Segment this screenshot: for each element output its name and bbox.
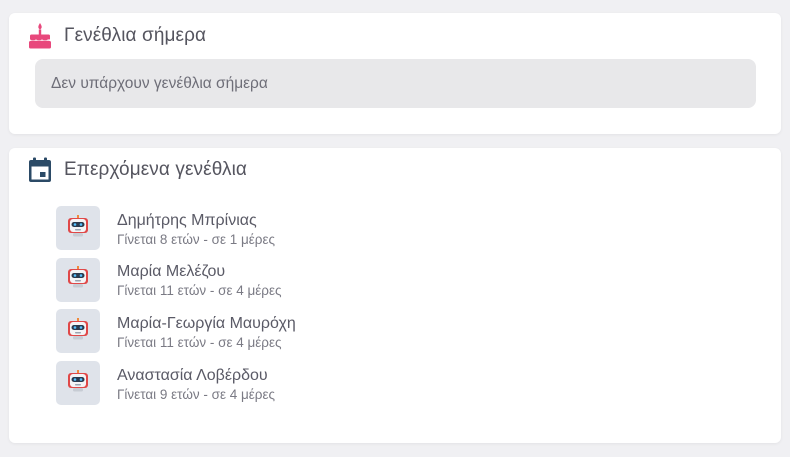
cake-icon <box>27 22 53 50</box>
upcoming-birthdays-header: Επερχόμενα γενέθλια <box>27 155 247 185</box>
avatar <box>56 361 100 406</box>
list-item: Δημήτρης Μπρίνιας Γίνεται 8 ετών - σε 1 … <box>56 206 296 250</box>
todays-birthdays-card: Γενέθλια σήμερα Δεν υπάρχουν γενέθλια σή… <box>9 13 781 134</box>
list-item: Αναστασία Λοβέρδου Γίνεται 9 ετών - σε 4… <box>56 361 296 406</box>
robot-icon <box>67 214 89 242</box>
person-name: Δημήτρης Μπρίνιας <box>117 211 257 229</box>
calendar-icon <box>27 156 53 184</box>
upcoming-birthdays-title: Επερχόμενα γενέθλια <box>64 159 248 180</box>
robot-icon <box>67 266 89 293</box>
person-name: Αναστασία Λοβέρδου <box>117 366 268 384</box>
upcoming-birthdays-list: Δημήτρης Μπρίνιας Γίνεται 8 ετών - σε 1 … <box>56 206 296 413</box>
birthday-detail: Γίνεται 11 ετών - σε 4 μέρες <box>117 334 282 350</box>
todays-birthdays-header: Γενέθλια σήμερα <box>27 21 206 51</box>
birthday-detail: Γίνεται 8 ετών - σε 1 μέρες <box>117 231 275 247</box>
list-item: Μαρία-Γεωργία Μαυρόχη Γίνεται 11 ετών - … <box>56 309 296 354</box>
upcoming-birthdays-card: Επερχόμενα γενέθλια Δημήτρης Μπρίνιας Γί… <box>9 148 781 443</box>
robot-icon <box>67 317 89 345</box>
no-birthdays-message: Δεν υπάρχουν γενέθλια σήμερα <box>35 59 756 108</box>
avatar <box>56 309 100 354</box>
robot-icon <box>67 369 89 397</box>
birthday-detail: Γίνεται 9 ετών - σε 4 μέρες <box>117 386 275 402</box>
person-name: Μαρία-Γεωργία Μαυρόχη <box>117 314 296 332</box>
person-name: Μαρία Μελέζου <box>117 263 226 281</box>
list-item: Μαρία Μελέζου Γίνεται 11 ετών - σε 4 μέρ… <box>56 257 296 302</box>
todays-birthdays-title: Γενέθλια σήμερα <box>64 25 207 46</box>
avatar <box>56 206 100 250</box>
avatar <box>56 257 100 302</box>
birthday-detail: Γίνεται 11 ετών - σε 4 μέρες <box>117 283 282 299</box>
